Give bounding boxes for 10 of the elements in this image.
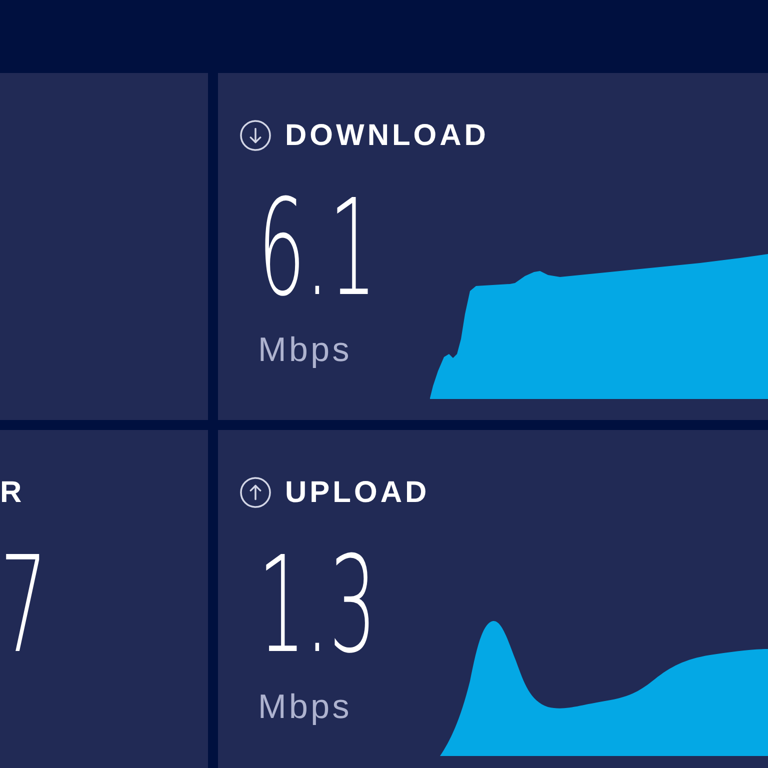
result-label: UPLOAD [285,478,430,508]
speed-value: 1.3 [258,540,376,673]
result-label: DOWNLOAD [285,120,489,150]
stat-label: R [0,478,22,508]
speed-unit: Mbps [258,690,352,724]
speed-unit: Mbps [258,333,352,367]
upload-icon [240,477,271,508]
download-icon [240,120,271,151]
stat-value: 7 [0,540,48,673]
speed-value: 6.1 [258,183,376,316]
